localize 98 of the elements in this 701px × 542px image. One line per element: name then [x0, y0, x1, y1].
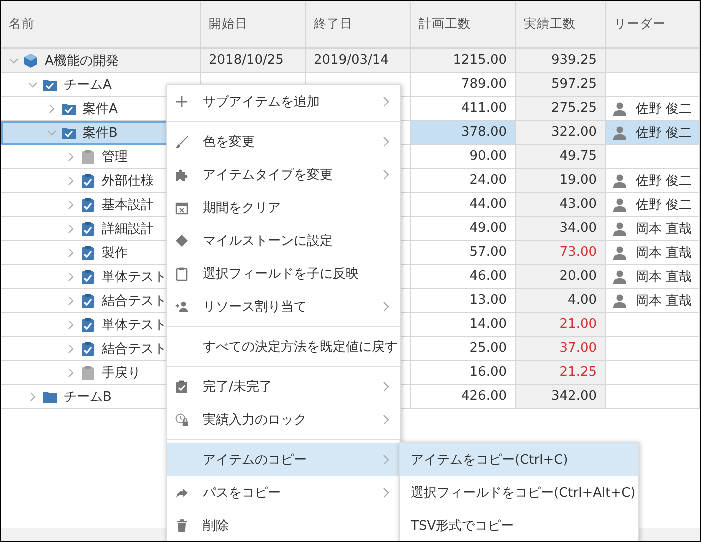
clock-lock-icon	[175, 412, 189, 426]
brush-icon	[175, 134, 189, 148]
chevron-down-icon[interactable]	[47, 128, 57, 138]
leader-name: 佐野 俊二	[636, 172, 692, 190]
table-cell: 73.00	[516, 241, 606, 265]
table-cell: 34.00	[516, 217, 606, 241]
table-cell: 597.25	[516, 73, 606, 97]
item-name: 結合テスト	[102, 340, 167, 358]
table-cell: 19.00	[516, 169, 606, 193]
chevron-down-icon[interactable]	[28, 80, 38, 90]
leader-name: 佐野 俊二	[636, 100, 692, 118]
menu-item[interactable]: 実績入力のロック	[167, 403, 400, 436]
menu-item[interactable]: 色を変更	[167, 125, 400, 158]
table-cell: 43.00	[516, 193, 606, 217]
item-name: 案件A	[83, 100, 118, 118]
tree-cell[interactable]: A機能の開発	[1, 49, 201, 73]
item-name: 管理	[102, 148, 128, 166]
item-name: 基本設計	[102, 196, 154, 214]
table-cell: 20.00	[516, 265, 606, 289]
item-name: 外部仕様	[102, 172, 154, 190]
trash-icon	[175, 518, 189, 532]
table-cell: 1215.00	[411, 49, 516, 73]
menu-item[interactable]: 選択フィールドを子に反映	[167, 257, 400, 290]
person-icon	[612, 172, 628, 188]
item-name: 製作	[102, 244, 128, 262]
menu-item[interactable]: アイテムタイプを変更	[167, 158, 400, 191]
clipboard-icon	[175, 266, 189, 280]
puzzle-icon	[175, 168, 189, 182]
table-cell: 21.00	[516, 313, 606, 337]
person-icon	[612, 220, 628, 236]
menu-item[interactable]: 選択フィールドをコピー(Ctrl+Alt+C)	[400, 476, 638, 509]
column-header[interactable]: リーダー	[606, 1, 700, 47]
chevron-right-icon[interactable]	[66, 368, 76, 378]
leader-name: 佐野 俊二	[636, 196, 692, 214]
table-cell: 2019/03/14	[306, 49, 411, 73]
chevron-down-icon[interactable]	[9, 56, 19, 66]
column-header[interactable]: 名前	[1, 1, 201, 47]
chevron-right-icon[interactable]	[66, 200, 76, 210]
item-name: 単体テスト	[102, 316, 167, 334]
chevron-right-icon[interactable]	[28, 392, 38, 402]
chevron-right-icon[interactable]	[66, 320, 76, 330]
leader-name: 岡本 直哉	[636, 220, 692, 238]
leader-name: 佐野 俊二	[636, 124, 692, 142]
table-cell: 4.00	[516, 289, 606, 313]
column-header[interactable]: 計画工数	[411, 1, 516, 47]
table-cell: 21.25	[516, 361, 606, 385]
table-cell: 2018/10/25	[201, 49, 306, 73]
person-icon	[612, 124, 628, 140]
diamond-icon	[175, 234, 189, 248]
chevron-right-icon[interactable]	[66, 272, 76, 282]
chevron-right-icon[interactable]	[66, 224, 76, 234]
checked-clipboard-icon	[175, 380, 189, 394]
menu-item[interactable]: 完了/未完了	[167, 370, 400, 403]
table-cell: 275.25	[516, 97, 606, 121]
menu-item[interactable]: サブアイテムを追加	[167, 85, 400, 118]
leader-name: 岡本 直哉	[636, 244, 692, 262]
item-name: 詳細設計	[102, 220, 154, 238]
person-icon	[612, 196, 628, 212]
person-icon	[612, 292, 628, 308]
menu-item[interactable]: TSV形式でコピー	[400, 509, 638, 541]
chevron-right-icon[interactable]	[66, 296, 76, 306]
item-name: 結合テスト	[102, 292, 167, 310]
leader-name: 岡本 直哉	[636, 292, 692, 310]
person-icon	[612, 244, 628, 260]
table-cell: 378.00	[411, 121, 516, 145]
menu-item[interactable]: すべての決定方法を既定値に戻す	[167, 330, 400, 363]
chevron-right-icon[interactable]	[66, 176, 76, 186]
chevron-right-icon[interactable]	[66, 152, 76, 162]
share-icon	[175, 486, 189, 500]
table-cell: 37.00	[516, 337, 606, 361]
cube-icon	[23, 52, 39, 68]
person-icon	[612, 100, 628, 116]
table-cell: 322.00	[516, 121, 606, 145]
item-name: A機能の開発	[45, 52, 119, 70]
menu-item[interactable]: アイテムをコピー(Ctrl+C)	[400, 443, 638, 476]
item-name: 単体テスト	[102, 268, 167, 286]
leader-name: 岡本 直哉	[636, 268, 692, 286]
add-person-icon	[175, 300, 189, 314]
item-name: チームB	[64, 388, 112, 406]
table-cell: 939.25	[516, 49, 606, 73]
table-cell: 342.00	[516, 385, 606, 409]
chevron-right-icon[interactable]	[66, 248, 76, 258]
chevron-right-icon[interactable]	[66, 344, 76, 354]
menu-item[interactable]: マイルストーンに設定	[167, 224, 400, 257]
menu-item[interactable]: アイテムのコピー	[167, 443, 400, 476]
column-header[interactable]: 終了日	[306, 1, 411, 47]
item-name: 案件B	[83, 124, 118, 142]
menu-item[interactable]: リソース割り当て	[167, 290, 400, 323]
column-header[interactable]: 実績工数	[516, 1, 606, 47]
column-header[interactable]: 開始日	[201, 1, 306, 47]
menu-item[interactable]: 期間をクリア	[167, 191, 400, 224]
chevron-right-icon[interactable]	[47, 104, 57, 114]
item-name: チームA	[64, 76, 112, 94]
table-cell: 49.75	[516, 145, 606, 169]
calendar-icon	[175, 200, 189, 214]
item-name: 手戻り	[102, 364, 141, 382]
plus-icon	[175, 94, 189, 108]
person-icon	[612, 268, 628, 284]
